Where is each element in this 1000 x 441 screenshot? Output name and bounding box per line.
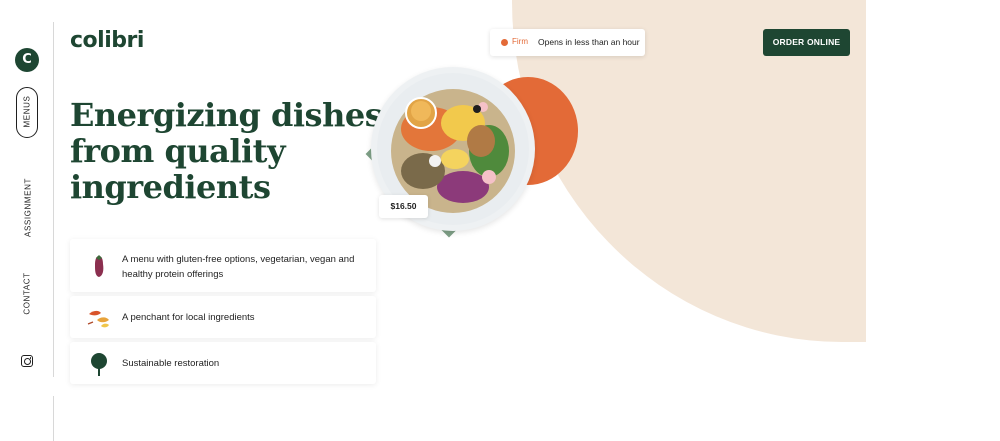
feature-text: A penchant for local ingredients (122, 312, 255, 323)
feature-text: Sustainable restoration (122, 358, 220, 369)
status-message: Opens in less than an hour (538, 37, 640, 47)
opening-status-pill: Firm Opens in less than an hour (490, 29, 645, 56)
order-online-button[interactable]: ORDER ONLINE (763, 29, 850, 56)
price-tag: $16.50 (379, 195, 428, 218)
logo-icon[interactable]: C (15, 48, 39, 72)
hero-headline: Energizing dishes from quality ingredien… (70, 96, 383, 206)
side-rail: C MENUS ASSIGNMENT CONTACT (0, 0, 54, 441)
rail-divider (53, 22, 54, 377)
rail-divider-lower (53, 396, 54, 441)
instagram-icon[interactable] (21, 355, 33, 367)
brand-wordmark[interactable]: colibri (70, 28, 144, 53)
leaves-icon (85, 304, 113, 332)
feature-text: A menu with gluten-free options, vegetar… (122, 254, 355, 280)
nav-item-menus[interactable]: MENUS (23, 86, 32, 138)
tree-icon (85, 350, 113, 378)
feature-card: A penchant for local ingredients (70, 296, 376, 338)
nav-item-contact[interactable]: CONTACT (23, 261, 32, 327)
status-dot-icon (501, 39, 508, 46)
status-state: Firm (512, 37, 528, 46)
feature-card: Sustainable restoration (70, 342, 376, 384)
eggplant-icon (85, 252, 113, 280)
feature-card: A menu with gluten-free options, vegetar… (70, 239, 376, 292)
nav-item-assignment[interactable]: ASSIGNMENT (24, 168, 33, 248)
